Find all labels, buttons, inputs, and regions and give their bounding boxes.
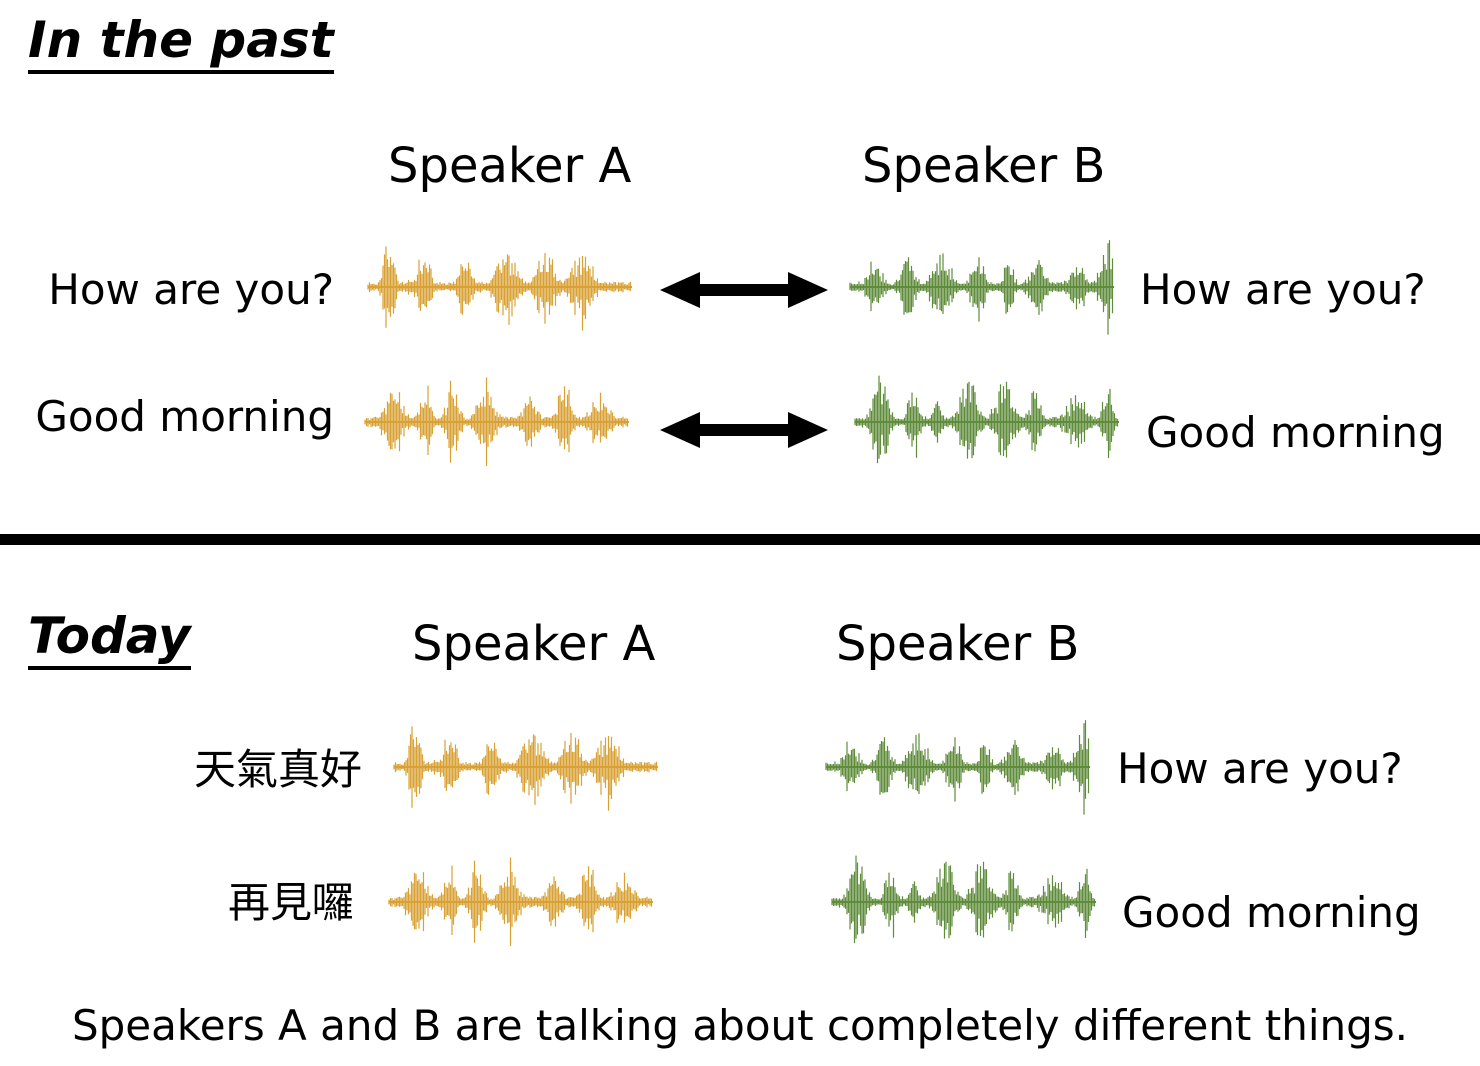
waveform-icon xyxy=(367,246,632,331)
section-divider xyxy=(0,534,1480,545)
waveform-icon xyxy=(854,375,1119,464)
today-row2-speaker-a-waveform xyxy=(387,845,655,959)
today-row2-speaker-b-waveform xyxy=(830,845,1098,959)
section-title-past-text: In the past xyxy=(28,11,334,69)
past-row2-double-arrow xyxy=(660,412,828,452)
section-title-underline xyxy=(28,666,191,670)
waveform-icon xyxy=(849,240,1114,335)
double-arrow-icon xyxy=(660,412,828,448)
past-speaker-a-heading: Speaker A xyxy=(388,138,632,194)
today-speaker-b-heading: Speaker B xyxy=(836,616,1080,672)
past-row1-speaker-b-waveform xyxy=(848,230,1116,344)
today-row1-speaker-b-text: How are you? xyxy=(1117,744,1403,793)
today-speaker-a-heading: Speaker A xyxy=(412,616,656,672)
today-row1-speaker-a-text: 天氣真好 xyxy=(193,745,362,794)
double-arrow-icon xyxy=(660,272,828,308)
past-row1-speaker-a-waveform xyxy=(366,230,634,344)
waveform-icon xyxy=(364,377,629,466)
past-row2-speaker-b-text: Good morning xyxy=(1146,408,1445,457)
past-row2-speaker-a-text: Good morning xyxy=(35,392,334,441)
past-row1-speaker-a-text: How are you? xyxy=(48,265,334,314)
waveform-icon xyxy=(388,857,653,946)
past-speaker-b-heading: Speaker B xyxy=(862,138,1106,194)
past-row2-speaker-a-waveform xyxy=(363,365,631,479)
today-row1-speaker-a-waveform xyxy=(392,710,660,824)
section-title-underline xyxy=(28,70,334,74)
waveform-icon xyxy=(393,726,658,811)
waveform-icon xyxy=(825,720,1090,815)
caption: Speakers A and B are talking about compl… xyxy=(71,1001,1409,1050)
section-title-today-text: Today xyxy=(28,607,191,665)
section-title-past: In the past xyxy=(28,10,334,74)
waveform-icon xyxy=(831,855,1096,944)
past-row1-speaker-b-text: How are you? xyxy=(1140,265,1426,314)
section-title-today: Today xyxy=(28,606,191,670)
past-row2-speaker-b-waveform xyxy=(853,365,1121,479)
today-row2-speaker-a-text: 再見囉 xyxy=(227,878,354,927)
today-row2-speaker-b-text: Good morning xyxy=(1122,888,1421,937)
past-row1-double-arrow xyxy=(660,272,828,312)
today-row1-speaker-b-waveform xyxy=(824,710,1092,824)
